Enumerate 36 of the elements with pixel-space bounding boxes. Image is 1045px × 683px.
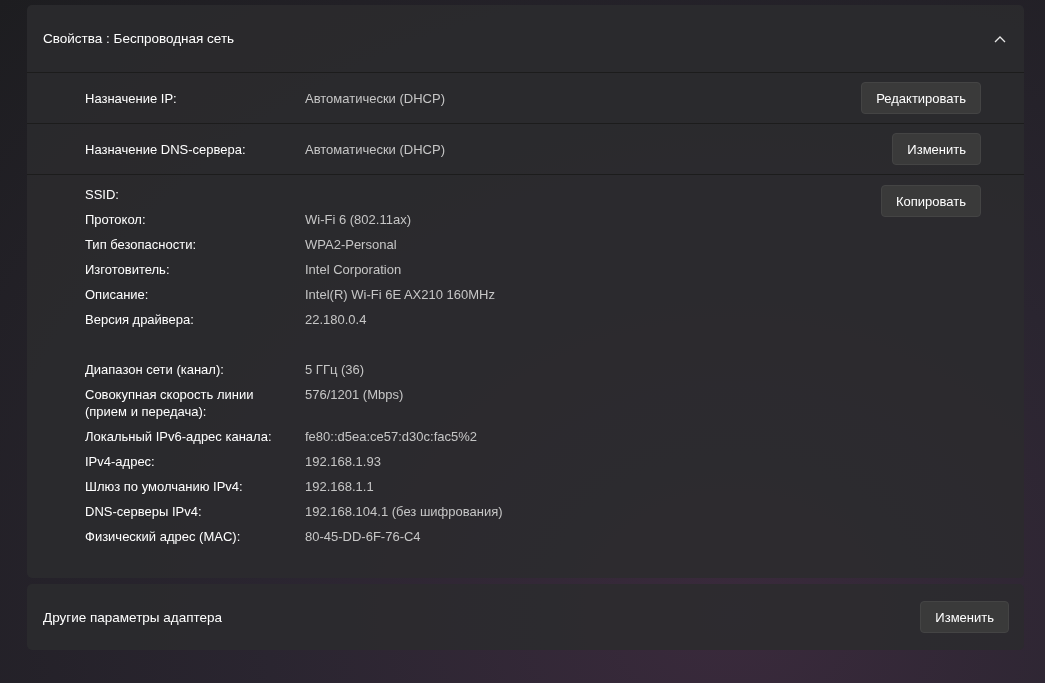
chevron-icon — [994, 34, 1006, 43]
edit-button[interactable]: Изменить — [892, 133, 981, 165]
property-label: Физический адрес (MAC): — [85, 528, 242, 545]
property-label: Шлюз по умолчанию IPv4: — [85, 478, 244, 495]
property-value: Intel(R) Wi-Fi 6E AX210 160MHz — [305, 286, 496, 303]
property-label: Совокупная скорость линии (прием и передача): — [85, 386, 255, 420]
edit-button[interactable]: Изменить — [920, 601, 1009, 633]
property-value: Intel Corporation — [305, 261, 403, 278]
property-label: Описание: — [85, 286, 150, 303]
setting-value: Автоматически (DHCP) — [305, 90, 446, 106]
property-value: 192.168.104.1 (без шифрования) — [305, 503, 504, 520]
property-label: DNS-серверы IPv4: — [85, 503, 203, 520]
property-value: WPA2-Personal — [305, 236, 398, 253]
property-value: 192.168.1.93 — [305, 453, 382, 470]
property-label: Протокол: — [85, 211, 147, 228]
property-label: Тип безопасности: — [85, 236, 198, 253]
property-label: Изготовитель: — [85, 261, 171, 278]
setting-label: Назначение DNS-сервера: — [85, 141, 247, 157]
copy-button[interactable]: Копировать — [881, 185, 981, 217]
property-value: 192.168.1.1 — [305, 478, 375, 495]
property-label: Версия драйвера: — [85, 311, 195, 328]
property-value: 80-45-DD-6F-76-C4 — [305, 528, 422, 545]
adapter-title: Другие параметры адаптера — [43, 609, 223, 625]
property-value: Wi-Fi 6 (802.11ax) — [305, 211, 412, 228]
section-title: Свойства : Беспроводная сеть — [43, 31, 235, 46]
property-value: 576/1201 (Mbps) — [305, 386, 405, 403]
setting-label: Назначение IP: — [85, 90, 178, 106]
property-label: IPv4-адрес: — [85, 453, 156, 470]
property-label: Диапазон сети (канал): — [85, 361, 225, 378]
property-value: 5 ГГц (36) — [305, 361, 366, 378]
edit-button[interactable]: Редактировать — [861, 82, 981, 114]
property-value: 22.180.0.4 — [305, 311, 368, 328]
property-value: fe80::d5ea:ce57:d30c:fac5%2 — [305, 428, 479, 445]
setting-value: Автоматически (DHCP) — [305, 141, 446, 157]
property-label: SSID: — [85, 186, 120, 203]
property-label: Локальный IPv6-адрес канала: — [85, 428, 273, 445]
